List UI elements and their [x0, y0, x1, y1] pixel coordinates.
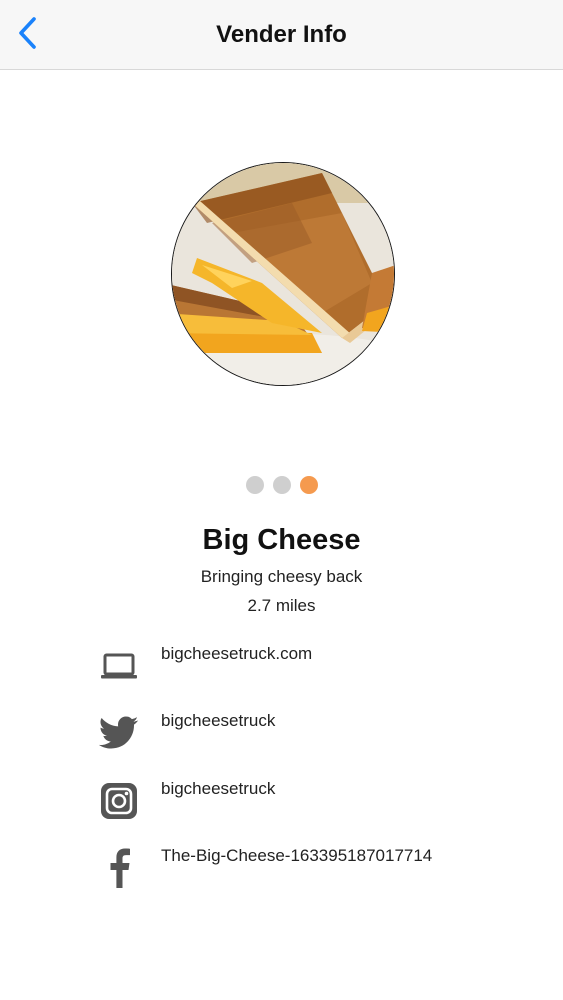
vendor-tagline: Bringing cheesy back — [200, 567, 363, 586]
carousel-page-indicator — [0, 476, 563, 494]
facebook-page-text: The-Big-Cheese-163395187017714 — [161, 846, 433, 865]
instagram-icon — [96, 779, 142, 823]
photo-carousel[interactable] — [0, 150, 563, 400]
page-dot-2[interactable] — [272, 476, 291, 494]
contact-facebook-link[interactable]: The-Big-Cheese-163395187017714 — [96, 846, 516, 890]
contact-website-link[interactable]: bigcheesetruck.com — [96, 644, 516, 688]
navigation-bar: Vender Info — [0, 0, 563, 70]
instagram-handle-text: bigcheesetruck — [161, 779, 276, 798]
vendor-distance: 2.7 miles — [247, 596, 316, 615]
facebook-icon — [96, 846, 142, 890]
page-dot-3-active[interactable] — [299, 476, 318, 494]
twitter-icon — [96, 711, 142, 755]
vendor-info-screen: Vender Info Big Cheese Bringing cheesy b… — [0, 0, 563, 1000]
twitter-handle-text: bigcheesetruck — [161, 711, 276, 730]
website-text: bigcheesetruck.com — [161, 644, 313, 663]
vendor-photo — [171, 162, 395, 386]
contact-twitter-link[interactable]: bigcheesetruck — [96, 711, 516, 755]
page-dot-1[interactable] — [245, 476, 264, 494]
laptop-icon — [96, 644, 142, 688]
vendor-name: Big Cheese — [202, 524, 361, 556]
page-title: Vender Info — [216, 21, 347, 48]
contact-instagram-link[interactable]: bigcheesetruck — [96, 779, 516, 823]
